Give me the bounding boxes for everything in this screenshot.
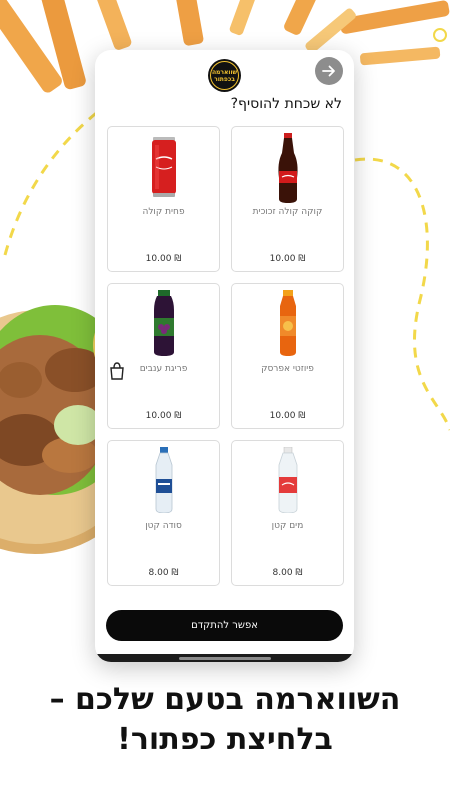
shopping-bag-icon <box>110 362 124 380</box>
small-water-bottle-icon <box>278 447 297 513</box>
product-name: פחית קולה <box>142 207 185 217</box>
logo-text: שווארמה בכפתור <box>210 61 239 90</box>
product-price: 10.00 ₪ <box>145 411 182 421</box>
caption-line-1: השווארמה בטעם שלכם – <box>49 682 401 717</box>
product-card-small-soda[interactable]: סודה קטן 8.00 ₪ <box>107 440 220 586</box>
caption-line-2: בלחיצת כפתור! <box>117 722 333 757</box>
home-indicator <box>179 657 271 660</box>
page-title: לא שכחת להוסיף? <box>230 96 342 112</box>
cola-can-icon <box>151 137 176 197</box>
product-name: מים קטן <box>271 521 304 531</box>
dashed-path-left <box>3 108 101 256</box>
grape-juice-bottle-icon <box>153 290 174 356</box>
small-soda-bottle-icon <box>155 447 172 513</box>
promo-caption: השווארמה בטעם שלכם – בלחיצת כפתור! <box>0 680 450 760</box>
product-card-grape-juice[interactable]: פריגת ענבים 10.00 ₪ <box>107 283 220 429</box>
product-price: 8.00 ₪ <box>272 568 303 578</box>
product-price: 8.00 ₪ <box>148 568 179 578</box>
product-name: פיוזטי אפרסק <box>261 364 314 374</box>
fuze-tea-bottle-icon <box>279 290 296 356</box>
product-price: 10.00 ₪ <box>269 411 306 421</box>
forward-arrow-button[interactable] <box>315 57 343 85</box>
arrow-right-icon <box>322 65 335 77</box>
restaurant-logo: שווארמה בכפתור <box>208 59 241 92</box>
product-card-fuze-tea[interactable]: פיוזטי אפרסק 10.00 ₪ <box>231 283 344 429</box>
phone-bottom-bar <box>95 654 354 662</box>
product-name: קוקה קולה זכוכית <box>252 207 323 217</box>
product-price: 10.00 ₪ <box>145 254 182 264</box>
product-card-small-water[interactable]: מים קטן 8.00 ₪ <box>231 440 344 586</box>
product-card-glass-coke[interactable]: קוקה קולה זכוכית 10.00 ₪ <box>231 126 344 272</box>
continue-button[interactable]: אפשר להתקדם <box>106 610 343 641</box>
glass-coke-bottle-icon <box>277 133 298 203</box>
product-price: 10.00 ₪ <box>269 254 306 264</box>
product-card-cola-can[interactable]: פחית קולה 10.00 ₪ <box>107 126 220 272</box>
dashed-path-right <box>354 157 450 431</box>
phone-screen: שווארמה בכפתור לא שכחת להוסיף? קוקה קולה… <box>95 50 354 662</box>
product-name: סודה קטן <box>145 521 182 531</box>
